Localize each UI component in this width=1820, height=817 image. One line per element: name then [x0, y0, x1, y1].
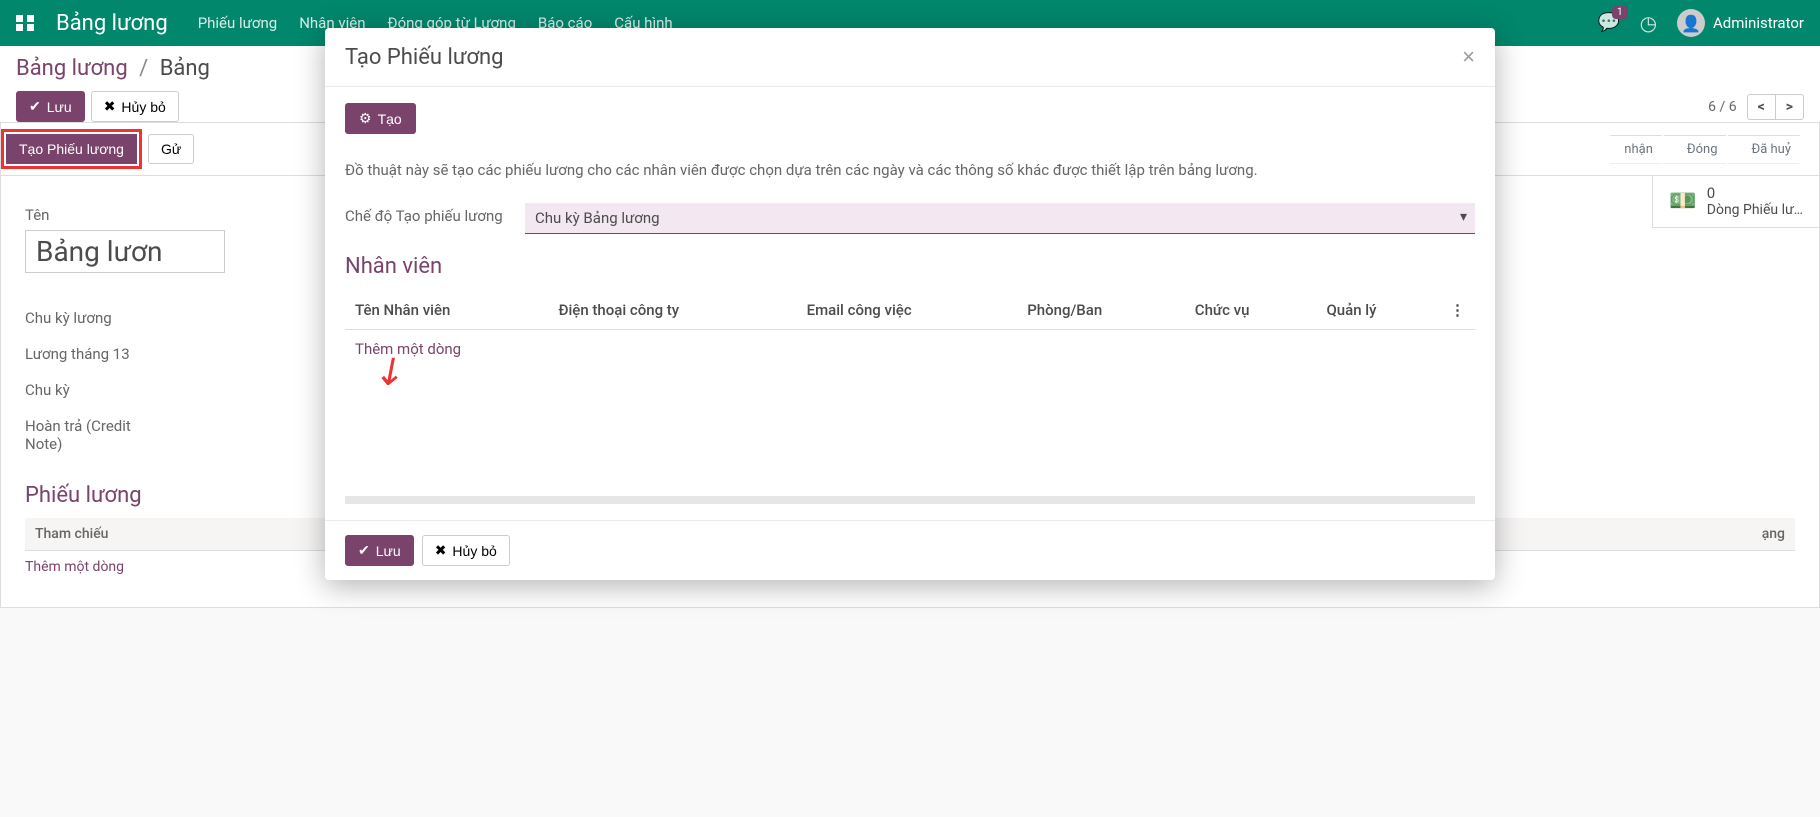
modal-cancel-button[interactable]: Hủy bỏ	[422, 535, 510, 566]
annotation-arrow-icon	[373, 353, 409, 390]
mode-row: Chế độ Tạo phiếu lương Chu kỳ Bảng lương	[345, 203, 1475, 234]
employee-table: Tên Nhân viên Điện thoại công ty Email c…	[345, 291, 1475, 390]
modal-dialog: Tạo Phiếu lương × Tạo Đồ thuật này sẽ tạ…	[325, 28, 1495, 580]
modal-title: Tạo Phiếu lương	[345, 45, 504, 70]
modal-save-button[interactable]: Lưu	[345, 535, 414, 566]
modal-close-button[interactable]: ×	[1462, 44, 1475, 70]
modal-add-line-link[interactable]: Thêm một dòng	[355, 340, 461, 358]
col-emp-email: Email công việc	[797, 291, 1018, 330]
wizard-description: Đồ thuật này sẽ tạo các phiếu lương cho …	[345, 160, 1475, 181]
col-emp-name: Tên Nhân viên	[345, 291, 548, 330]
col-emp-mgr: Quản lý	[1316, 291, 1440, 330]
modal-cancel-label: Hủy bỏ	[452, 543, 496, 559]
close-icon	[435, 542, 447, 559]
mode-select[interactable]: Chu kỳ Bảng lương	[525, 203, 1475, 234]
col-options[interactable]	[1440, 291, 1475, 330]
modal-save-label: Lưu	[376, 543, 401, 559]
modal-header: Tạo Phiếu lương ×	[325, 28, 1495, 87]
modal-body: Tạo Đồ thuật này sẽ tạo các phiếu lương …	[325, 87, 1495, 520]
modal-footer: Lưu Hủy bỏ	[325, 520, 1495, 580]
col-emp-pos: Chức vụ	[1185, 291, 1317, 330]
employee-section-title: Nhân viên	[345, 254, 1475, 279]
modal-create-label: Tạo	[378, 111, 402, 127]
col-emp-dept: Phòng/Ban	[1017, 291, 1185, 330]
check-icon	[358, 542, 370, 559]
modal-create-button[interactable]: Tạo	[345, 103, 416, 134]
mode-label: Chế độ Tạo phiếu lương	[345, 203, 525, 225]
mode-select-value: Chu kỳ Bảng lương	[535, 209, 660, 227]
kebab-icon	[1450, 301, 1465, 319]
horizontal-scrollbar[interactable]	[345, 496, 1475, 504]
modal-overlay: Tạo Phiếu lương × Tạo Đồ thuật này sẽ tạ…	[0, 0, 1820, 817]
cogs-icon	[359, 110, 372, 127]
col-emp-phone: Điện thoại công ty	[548, 291, 796, 330]
